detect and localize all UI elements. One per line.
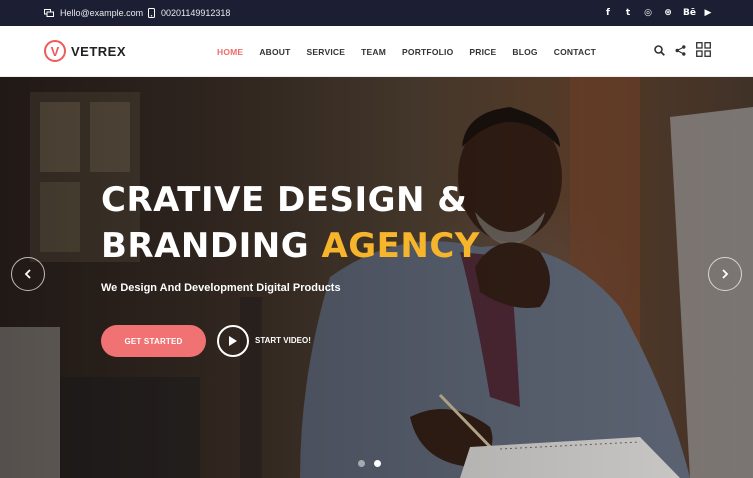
mobile-phone-icon — [148, 8, 155, 18]
hero-title-line1: CRATIVE DESIGN & — [101, 180, 468, 220]
main-navbar: V VETREX HOME ABOUT SERVICE TEAM PORTFOL… — [0, 26, 753, 77]
nav-service[interactable]: SERVICE — [307, 47, 346, 57]
phone-text[interactable]: 00201149912318 — [161, 8, 230, 18]
search-icon[interactable] — [654, 43, 665, 61]
nav-about[interactable]: ABOUT — [259, 47, 290, 57]
main-menu: HOME ABOUT SERVICE TEAM PORTFOLIO PRICE … — [217, 26, 612, 77]
nav-blog[interactable]: BLOG — [512, 47, 537, 57]
hero-title: CRATIVE DESIGN & BRANDING AGENCY — [101, 177, 480, 269]
brand-name: VETREX — [71, 43, 127, 59]
email-contact[interactable]: Hello@example.com — [44, 0, 143, 26]
hero-overlay — [0, 77, 753, 478]
start-video-label[interactable]: START VIDEO! — [255, 336, 311, 345]
share-icon[interactable] — [675, 43, 686, 61]
slider-next-button[interactable] — [708, 257, 742, 291]
email-text[interactable]: Hello@example.com — [60, 8, 143, 18]
hero-slider: CRATIVE DESIGN & BRANDING AGENCY We Desi… — [0, 77, 753, 478]
logo-mark-letter: V — [50, 43, 60, 59]
hero-title-line2-plain: BRANDING — [101, 226, 322, 266]
play-icon — [229, 336, 237, 346]
brand-logo[interactable]: V VETREX — [44, 40, 126, 62]
phone-contact[interactable]: 00201149912318 — [148, 0, 230, 26]
social-links: f t ◎ ⊛ Bē ▶ — [603, 0, 713, 26]
grid-menu-icon[interactable] — [696, 41, 711, 62]
nav-price[interactable]: PRICE — [469, 47, 496, 57]
top-info-bar: Hello@example.com 00201149912318 f t ◎ ⊛… — [0, 0, 753, 26]
chevron-right-icon — [722, 269, 729, 279]
nav-team[interactable]: TEAM — [361, 47, 386, 57]
play-video-button[interactable] — [217, 325, 249, 357]
hero-subtitle: We Design And Development Digital Produc… — [101, 282, 341, 294]
twitter-icon[interactable]: t — [623, 8, 633, 18]
nav-portfolio[interactable]: PORTFOLIO — [402, 47, 453, 57]
logo-mark-icon: V — [44, 40, 66, 62]
facebook-icon[interactable]: f — [603, 8, 613, 18]
slider-dot-active[interactable] — [374, 460, 381, 467]
youtube-icon[interactable]: ▶ — [703, 8, 713, 18]
dribbble-icon[interactable]: ⊛ — [663, 8, 673, 18]
get-started-button[interactable]: GET STARTED — [101, 325, 206, 357]
hero-title-accent: AGENCY — [321, 226, 480, 266]
slider-dot[interactable] — [358, 460, 365, 467]
behance-icon[interactable]: Bē — [683, 8, 696, 18]
hero-title-line2: BRANDING AGENCY — [101, 223, 480, 269]
chevron-left-icon — [24, 269, 31, 279]
chat-icon — [44, 8, 54, 18]
slider-pagination — [358, 460, 381, 467]
instagram-icon[interactable]: ◎ — [643, 8, 653, 18]
nav-home[interactable]: HOME — [217, 47, 243, 57]
nav-contact[interactable]: CONTACT — [554, 47, 596, 57]
slider-prev-button[interactable] — [11, 257, 45, 291]
nav-actions — [654, 26, 711, 77]
